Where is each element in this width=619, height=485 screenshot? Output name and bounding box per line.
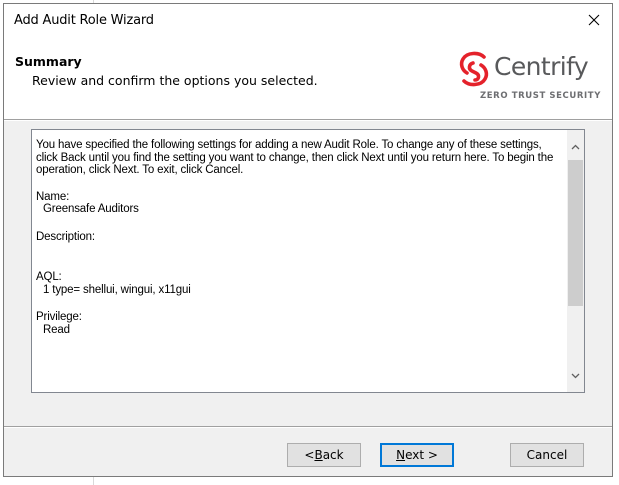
logo-tagline: ZERO TRUST SECURITY <box>480 91 601 101</box>
logo-wordmark: Centrify <box>494 52 589 81</box>
field-value-description <box>43 244 556 257</box>
title-bar: Add Audit Role Wizard <box>4 4 612 37</box>
field-label-privilege: Privilege: <box>36 311 82 324</box>
field-label-name: Name: <box>36 190 70 203</box>
summary-textbox[interactable]: You have specified the following setting… <box>31 129 585 393</box>
next-button[interactable]: Next > <box>380 443 454 467</box>
page-title: Summary <box>15 54 82 69</box>
back-mnemonic: B <box>314 448 323 462</box>
page-subtitle: Review and confirm the options you selec… <box>32 73 318 88</box>
back-rest: ack <box>322 448 344 462</box>
scrollbar-thumb[interactable] <box>568 160 583 306</box>
scroll-down-icon[interactable] <box>567 367 584 384</box>
wizard-header: Summary Review and confirm the options y… <box>4 37 612 119</box>
summary-intro: You have specified the following setting… <box>36 139 554 177</box>
close-icon[interactable] <box>582 8 606 32</box>
back-button[interactable]: < Back <box>287 443 361 467</box>
back-prefix: < <box>304 448 315 462</box>
scroll-up-icon[interactable] <box>567 138 584 155</box>
next-mnemonic: N <box>396 448 406 462</box>
summary-content: You have specified the following setting… <box>36 139 556 352</box>
header-divider <box>4 119 612 121</box>
centrify-mark-icon <box>459 51 489 87</box>
centrify-logo: Centrify ZERO TRUST SECURITY <box>454 48 604 108</box>
field-value-name: Greensafe Auditors <box>43 203 139 216</box>
wizard-window: Add Audit Role Wizard Summary Review and… <box>3 3 613 477</box>
field-value-privilege: Read <box>43 323 70 336</box>
field-value-aql: 1 type= shellui, wingui, x11gui <box>43 283 191 296</box>
window-title: Add Audit Role Wizard <box>14 13 154 28</box>
cancel-button[interactable]: Cancel <box>510 443 584 467</box>
field-label-description: Description: <box>36 230 95 243</box>
next-rest: ext > <box>405 448 438 462</box>
field-label-aql: AQL: <box>36 271 62 284</box>
footer-divider <box>4 426 612 428</box>
vertical-scrollbar[interactable] <box>567 130 584 392</box>
